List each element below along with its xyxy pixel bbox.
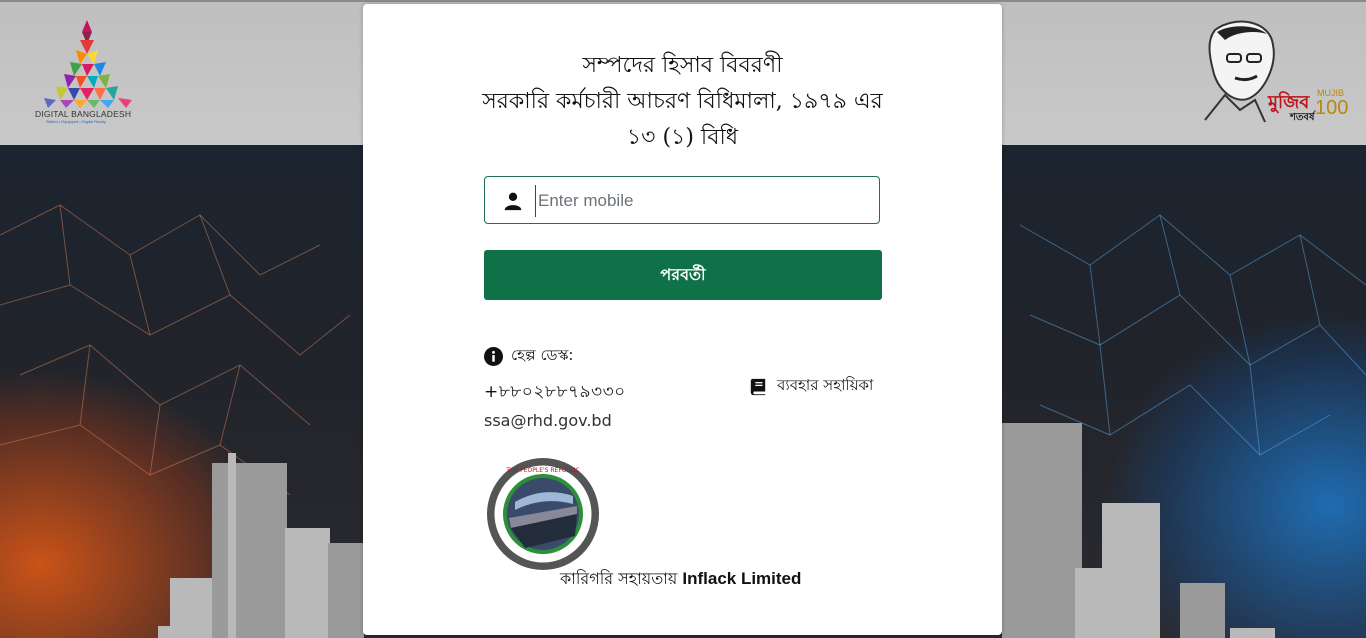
book-icon — [750, 378, 766, 395]
svg-text:THE PEOPLE'S REPUBLIC: THE PEOPLE'S REPUBLIC — [505, 467, 580, 474]
user-icon — [504, 192, 522, 211]
help-desk-label-row: হেল্প ডেস্ক: — [484, 344, 573, 368]
digital-bangladesh-tagline: Skilled • Equipped • Digital Ready — [46, 119, 106, 124]
help-desk-label: হেল্প ডেস্ক: — [511, 345, 574, 364]
user-manual-label: ব্যবহার সহায়িকা — [777, 376, 874, 394]
info-icon — [484, 346, 503, 366]
credit-line: কারিগরি সহায়তায় Inflack Limited — [560, 566, 801, 593]
digital-bangladesh-text: DIGITAL BANGLADESH — [35, 109, 132, 119]
title-line-2: সরকারি কর্মচারী আচরণ বিধিমালা, ১৯৭৯ এর — [482, 89, 883, 114]
title-line-1: সম্পদের হিসাব বিবরণী — [582, 53, 783, 78]
help-email: ssa@rhd.gov.bd — [484, 411, 612, 430]
title-line-3: ১৩ (১) বিধি — [626, 125, 739, 150]
building — [1230, 628, 1275, 638]
credit-company: Inflack Limited — [682, 569, 802, 588]
building — [1180, 583, 1225, 638]
credit-prefix: কারিগরি সহায়তায় — [560, 569, 678, 588]
login-card: সম্পদের হিসাব বিবরণী সরকারি কর্মচারী আচর… — [363, 4, 1002, 635]
help-phone: +৮৮০২৮৮৭৯৩৩০ — [484, 382, 626, 402]
building — [1102, 503, 1160, 638]
building — [212, 463, 287, 638]
mobile-input-group — [484, 176, 880, 224]
page-title: সম্পদের হিসাব বিবরণী সরকারি কর্মচারী আচর… — [363, 48, 1002, 156]
next-button[interactable]: পরবর্তী — [484, 250, 882, 300]
building — [1002, 423, 1082, 638]
user-manual-link[interactable]: ব্যবহার সহায়িকা — [749, 374, 873, 399]
building — [285, 528, 330, 638]
mobile-input[interactable] — [535, 185, 870, 217]
building — [158, 626, 188, 638]
mujib-logo-sub: শতবর্ষ — [1290, 112, 1315, 123]
rhd-logo: THE PEOPLE'S REPUBLIC — [487, 458, 599, 570]
building — [328, 543, 364, 638]
mujib-logo-100: 100 — [1315, 97, 1349, 119]
help-desk: হেল্প ডেস্ক: — [484, 344, 573, 368]
building — [228, 453, 236, 638]
